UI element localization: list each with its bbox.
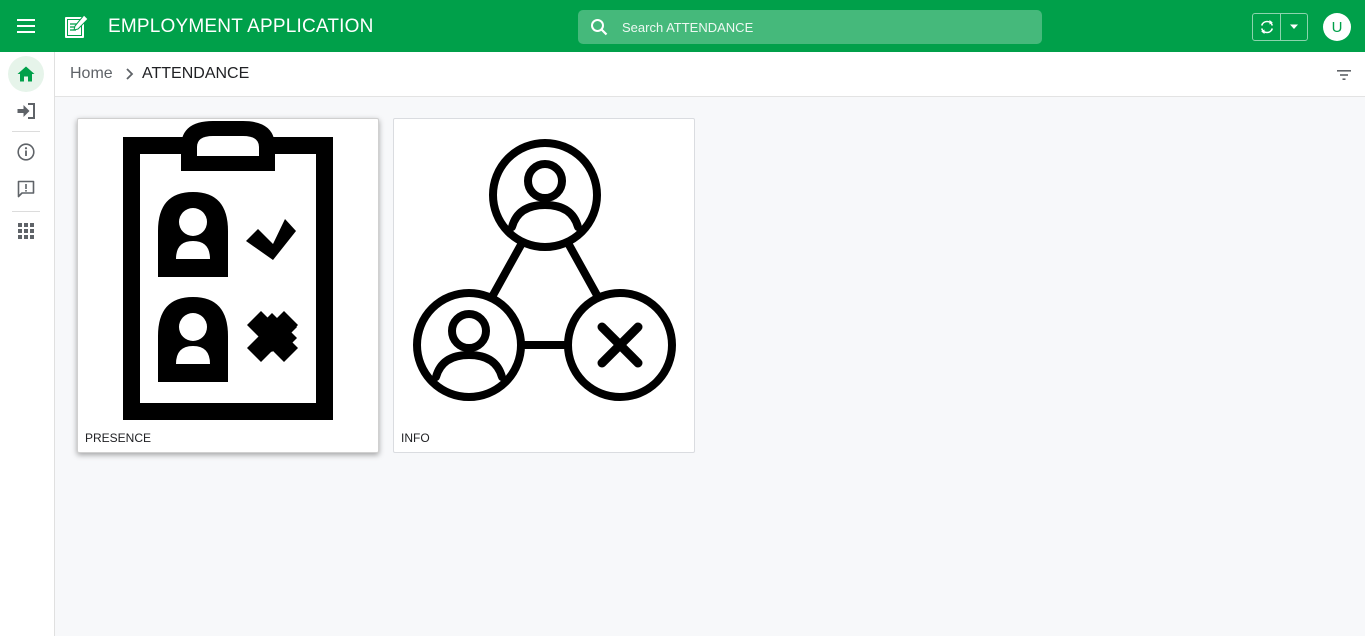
sign-in-icon: [17, 103, 35, 119]
sidebar: [0, 52, 55, 636]
sync-icon: [1260, 20, 1273, 34]
chevron-right-icon: [126, 68, 134, 80]
notepad-app-icon: [65, 14, 89, 38]
tile-label: PRESENCE: [85, 431, 152, 445]
info-icon: [17, 143, 35, 161]
hamburger-menu-button[interactable]: [14, 14, 38, 38]
apps-grid-icon: [18, 223, 34, 239]
sync-button-group: [1252, 13, 1308, 41]
sidebar-item-apps[interactable]: [8, 213, 44, 249]
sidebar-item-home[interactable]: [8, 56, 44, 92]
search-input[interactable]: [622, 10, 1032, 44]
home-icon: [17, 66, 35, 82]
breadcrumb: Home ATTENDANCE: [55, 52, 1365, 97]
search-icon: [591, 19, 608, 36]
user-avatar[interactable]: U: [1323, 13, 1351, 41]
tile-label: INFO: [401, 431, 430, 445]
sidebar-item-sign-in[interactable]: [8, 93, 44, 129]
sync-options-dropdown[interactable]: [1281, 14, 1307, 40]
clipboard-attendance-icon: [123, 121, 333, 420]
app-title: EMPLOYMENT APPLICATION: [108, 16, 374, 37]
caret-down-icon: [1290, 24, 1298, 29]
top-bar: EMPLOYMENT APPLICATION U: [0, 0, 1365, 52]
sidebar-divider: [12, 131, 40, 132]
tile-info[interactable]: INFO: [393, 118, 695, 453]
hamburger-menu-icon: [17, 19, 35, 33]
search-box: [578, 10, 1042, 44]
sync-button[interactable]: [1253, 14, 1281, 40]
filter-icon[interactable]: [1335, 66, 1353, 84]
network-users-icon: [413, 139, 676, 401]
sidebar-item-feedback[interactable]: [8, 171, 44, 207]
tile-presence[interactable]: PRESENCE: [77, 118, 379, 453]
sidebar-divider: [12, 211, 40, 212]
sidebar-item-info[interactable]: [8, 134, 44, 170]
feedback-icon: [17, 180, 35, 198]
breadcrumb-current: ATTENDANCE: [142, 65, 250, 82]
breadcrumb-home-link[interactable]: Home: [70, 65, 113, 83]
